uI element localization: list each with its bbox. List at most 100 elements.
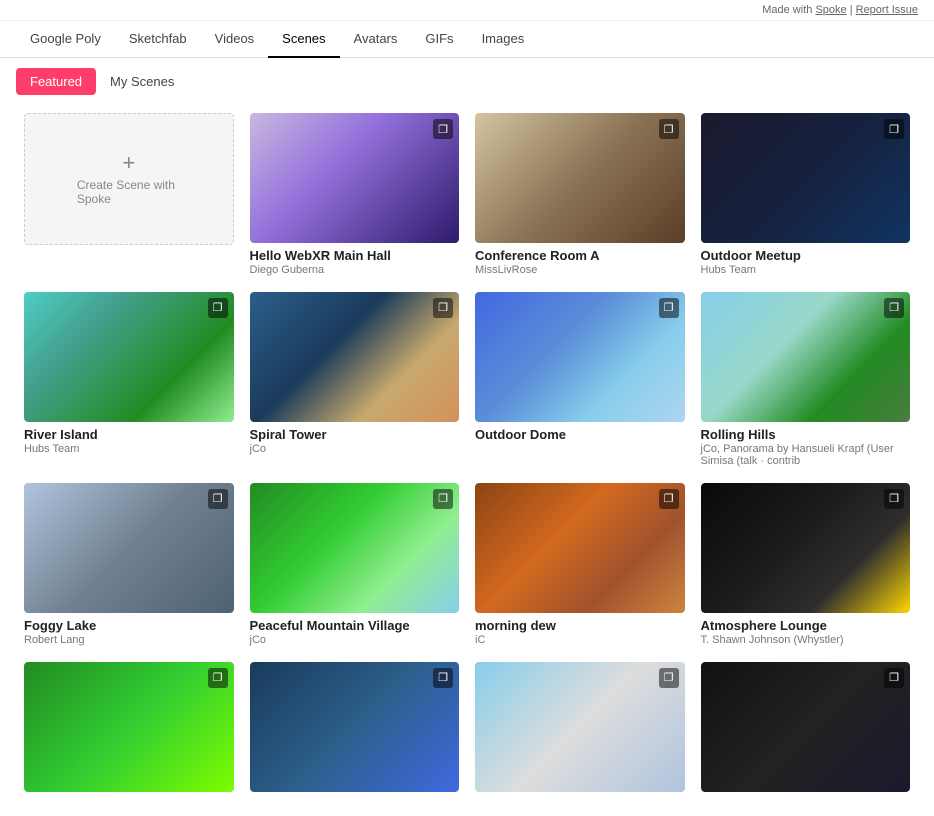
scene-card-conference-room[interactable]: ❐ Conference Room AMissLivRose bbox=[467, 105, 693, 284]
scene-bg-conference-room bbox=[475, 113, 685, 243]
scene-image-conference-room: ❐ bbox=[475, 113, 685, 243]
create-scene-card[interactable]: + Create Scene with Spoke bbox=[16, 105, 242, 284]
scene-card-rolling-hills[interactable]: ❐ Rolling HillsjCo, Panorama by Hansueli … bbox=[693, 284, 919, 475]
scene-bg-bottom1 bbox=[24, 662, 234, 792]
scene-bg-morning-dew bbox=[475, 483, 685, 613]
scene-author-hello-webxr: Diego Guberna bbox=[250, 264, 460, 276]
scene-bg-bottom3 bbox=[475, 662, 685, 792]
nav-item-google-poly[interactable]: Google Poly bbox=[16, 21, 115, 58]
scene-image-river-island: ❐ bbox=[24, 292, 234, 422]
create-scene-content: + Create Scene with Spoke bbox=[77, 152, 181, 206]
scene-title-peaceful-mountain: Peaceful Mountain Village bbox=[250, 618, 460, 633]
nav-item-videos[interactable]: Videos bbox=[201, 21, 269, 58]
scene-card-outdoor-meetup[interactable]: ❐ Outdoor MeetupHubs Team bbox=[693, 105, 919, 284]
tabs-bar: Featured My Scenes bbox=[0, 58, 934, 105]
scene-image-bottom3: ❐ bbox=[475, 662, 685, 792]
scene-bg-bottom2 bbox=[250, 662, 460, 792]
top-bar: Made with Spoke | Report Issue bbox=[0, 0, 934, 21]
scene-bg-bottom4 bbox=[701, 662, 911, 792]
nav-item-scenes[interactable]: Scenes bbox=[268, 21, 339, 58]
copy-icon-bottom1[interactable]: ❐ bbox=[208, 668, 228, 688]
scene-card-bottom3[interactable]: ❐ bbox=[467, 654, 693, 800]
scenes-grid: + Create Scene with Spoke ❐ Hello WebXR M… bbox=[0, 105, 934, 816]
scene-bg-river-island bbox=[24, 292, 234, 422]
scene-card-peaceful-mountain[interactable]: ❐ Peaceful Mountain VillagejCo bbox=[242, 475, 468, 654]
scene-title-conference-room: Conference Room A bbox=[475, 248, 685, 263]
copy-icon-rolling-hills[interactable]: ❐ bbox=[884, 298, 904, 318]
nav-item-gifs[interactable]: GIFs bbox=[411, 21, 467, 58]
tab-my-scenes[interactable]: My Scenes bbox=[106, 68, 178, 95]
scene-card-atmosphere-lounge[interactable]: ❐ Atmosphere LoungeT. Shawn Johnson (Whys… bbox=[693, 475, 919, 654]
scene-bg-outdoor-meetup bbox=[701, 113, 911, 243]
plus-icon: + bbox=[122, 152, 135, 174]
scene-image-bottom1: ❐ bbox=[24, 662, 234, 792]
main-nav: Google PolySketchfabVideosScenesAvatarsG… bbox=[0, 21, 934, 58]
scene-card-bottom1[interactable]: ❐ bbox=[16, 654, 242, 800]
scene-author-peaceful-mountain: jCo bbox=[250, 634, 460, 646]
scene-author-morning-dew: iC bbox=[475, 634, 685, 646]
scene-image-hello-webxr: ❐ bbox=[250, 113, 460, 243]
scene-image-atmosphere-lounge: ❐ bbox=[701, 483, 911, 613]
scene-title-river-island: River Island bbox=[24, 427, 234, 442]
copy-icon-foggy-lake[interactable]: ❐ bbox=[208, 489, 228, 509]
scene-bg-outdoor-dome bbox=[475, 292, 685, 422]
copy-icon-peaceful-mountain[interactable]: ❐ bbox=[433, 489, 453, 509]
scene-image-bottom4: ❐ bbox=[701, 662, 911, 792]
copy-icon-bottom3[interactable]: ❐ bbox=[659, 668, 679, 688]
scene-card-bottom4[interactable]: ❐ bbox=[693, 654, 919, 800]
scene-bg-peaceful-mountain bbox=[250, 483, 460, 613]
scene-image-morning-dew: ❐ bbox=[475, 483, 685, 613]
copy-icon-bottom4[interactable]: ❐ bbox=[884, 668, 904, 688]
scene-title-foggy-lake: Foggy Lake bbox=[24, 618, 234, 633]
scene-author-river-island: Hubs Team bbox=[24, 443, 234, 455]
copy-icon-bottom2[interactable]: ❐ bbox=[433, 668, 453, 688]
scene-image-foggy-lake: ❐ bbox=[24, 483, 234, 613]
separator: | bbox=[847, 4, 856, 16]
nav-item-sketchfab[interactable]: Sketchfab bbox=[115, 21, 201, 58]
scene-card-outdoor-dome[interactable]: ❐ Outdoor Dome bbox=[467, 284, 693, 475]
copy-icon-outdoor-dome[interactable]: ❐ bbox=[659, 298, 679, 318]
scene-image-bottom2: ❐ bbox=[250, 662, 460, 792]
scene-card-river-island[interactable]: ❐ River IslandHubs Team bbox=[16, 284, 242, 475]
scene-image-rolling-hills: ❐ bbox=[701, 292, 911, 422]
scene-author-rolling-hills: jCo, Panorama by Hansueli Krapf (User Si… bbox=[701, 443, 911, 467]
scene-image-outdoor-meetup: ❐ bbox=[701, 113, 911, 243]
scene-title-spiral-tower: Spiral Tower bbox=[250, 427, 460, 442]
report-issue-link[interactable]: Report Issue bbox=[856, 4, 918, 16]
scene-author-atmosphere-lounge: T. Shawn Johnson (Whystler) bbox=[701, 634, 911, 646]
copy-icon-outdoor-meetup[interactable]: ❐ bbox=[884, 119, 904, 139]
scene-author-conference-room: MissLivRose bbox=[475, 264, 685, 276]
copy-icon-conference-room[interactable]: ❐ bbox=[659, 119, 679, 139]
scene-title-hello-webxr: Hello WebXR Main Hall bbox=[250, 248, 460, 263]
copy-icon-river-island[interactable]: ❐ bbox=[208, 298, 228, 318]
create-scene-label: Create Scene with Spoke bbox=[77, 178, 181, 206]
copy-icon-atmosphere-lounge[interactable]: ❐ bbox=[884, 489, 904, 509]
scene-author-foggy-lake: Robert Lang bbox=[24, 634, 234, 646]
made-with-text: Made with bbox=[762, 4, 812, 16]
scene-card-bottom2[interactable]: ❐ bbox=[242, 654, 468, 800]
scene-title-outdoor-meetup: Outdoor Meetup bbox=[701, 248, 911, 263]
scene-card-morning-dew[interactable]: ❐ morning dewiC bbox=[467, 475, 693, 654]
scene-author-outdoor-meetup: Hubs Team bbox=[701, 264, 911, 276]
scene-bg-spiral-tower bbox=[250, 292, 460, 422]
scene-title-morning-dew: morning dew bbox=[475, 618, 685, 633]
scene-bg-atmosphere-lounge bbox=[701, 483, 911, 613]
scene-card-foggy-lake[interactable]: ❐ Foggy LakeRobert Lang bbox=[16, 475, 242, 654]
create-scene-inner[interactable]: + Create Scene with Spoke bbox=[24, 113, 234, 245]
scene-card-hello-webxr[interactable]: ❐ Hello WebXR Main HallDiego Guberna bbox=[242, 105, 468, 284]
tab-featured[interactable]: Featured bbox=[16, 68, 96, 95]
scene-title-outdoor-dome: Outdoor Dome bbox=[475, 427, 685, 442]
scene-image-outdoor-dome: ❐ bbox=[475, 292, 685, 422]
scene-image-peaceful-mountain: ❐ bbox=[250, 483, 460, 613]
copy-icon-hello-webxr[interactable]: ❐ bbox=[433, 119, 453, 139]
scene-card-spiral-tower[interactable]: ❐ Spiral TowerjCo bbox=[242, 284, 468, 475]
spoke-link[interactable]: Spoke bbox=[815, 4, 846, 16]
copy-icon-spiral-tower[interactable]: ❐ bbox=[433, 298, 453, 318]
scene-bg-hello-webxr bbox=[250, 113, 460, 243]
scene-author-spiral-tower: jCo bbox=[250, 443, 460, 455]
scene-title-rolling-hills: Rolling Hills bbox=[701, 427, 911, 442]
scene-title-atmosphere-lounge: Atmosphere Lounge bbox=[701, 618, 911, 633]
copy-icon-morning-dew[interactable]: ❐ bbox=[659, 489, 679, 509]
nav-item-images[interactable]: Images bbox=[468, 21, 539, 58]
nav-item-avatars[interactable]: Avatars bbox=[340, 21, 412, 58]
